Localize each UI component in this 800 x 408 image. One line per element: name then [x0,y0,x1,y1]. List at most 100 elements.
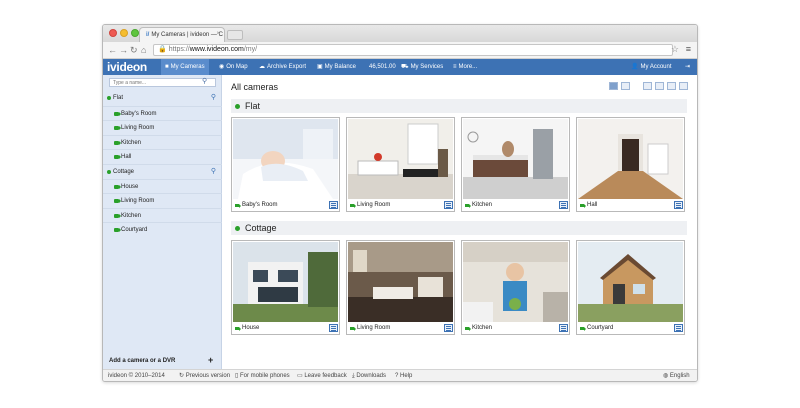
nav-archive-export[interactable]: ☁ Archive Export [255,59,310,75]
refresh-icon: ↻ [179,373,186,379]
downloads-link[interactable]: ⤓ Downloads [352,370,386,381]
camera-icon [235,203,241,208]
camera-preview-baby-room[interactable] [233,119,338,199]
previous-version-link[interactable]: ↻ Previous version [179,370,230,381]
map-pin-icon: ◉ [219,64,225,70]
sidebar-group-cottage[interactable]: Cottage ⚲ [103,164,222,178]
nav-my-balance[interactable]: ▣ My Balance [313,59,360,75]
camera-menu-button[interactable] [559,201,568,209]
balance-value: 46,501.00 [369,64,396,70]
camera-tile[interactable]: Living Room [346,117,455,212]
camera-preview-kitchen[interactable] [463,119,568,199]
menu-icon: ≡ [453,64,457,70]
camera-tile[interactable]: Hall [576,117,685,212]
new-tab-button[interactable] [227,30,243,40]
reload-icon[interactable]: ↻ [130,44,138,56]
camera-preview-living-room[interactable] [348,119,453,199]
url-host: www.ivideon.com [189,46,244,53]
sidebar-group-flat[interactable]: Flat ⚲ [103,91,222,105]
camera-tile[interactable]: Kitchen [461,240,570,335]
camera-preview-house[interactable] [233,242,338,322]
camera-menu-button[interactable] [444,324,453,332]
sidebar-camera[interactable]: House [103,179,222,193]
close-window-button[interactable] [109,29,117,37]
camera-tile[interactable]: Courtyard [576,240,685,335]
camera-label: Living Room [121,125,155,131]
back-icon[interactable]: ← [108,44,117,56]
camera-menu-button[interactable] [674,324,683,332]
camera-menu-button[interactable] [329,324,338,332]
add-camera-link[interactable]: Add a camera or a DVR [109,358,175,364]
camera-tile[interactable]: Living Room [346,240,455,335]
mobile-phones-link[interactable]: ▯ For mobile phones [235,370,290,381]
camera-label: Courtyard [587,325,614,331]
sidebar-camera[interactable]: Hall [103,149,222,163]
url-bar[interactable]: 🔒 https://www.ivideon.com/my/ [153,44,673,56]
sidebar-camera[interactable]: Kitchen [103,208,222,222]
ivideon-logo[interactable]: ivideon [107,59,147,75]
map-pin-icon[interactable]: ⚲ [211,91,216,105]
sidebar-camera[interactable]: Living Room [103,120,222,134]
logout-icon[interactable]: ⇥ [681,59,694,75]
camera-label: Kitchen [472,202,493,208]
camera-menu-button[interactable] [674,201,683,209]
user-icon: 👤 [631,64,639,70]
nav-label: On Map [226,64,248,70]
browser-menu-icon[interactable]: ≡ [686,44,691,54]
language-selector[interactable]: ◍ English [663,370,690,381]
leave-feedback-link[interactable]: ▭ Leave feedback [297,370,347,381]
forward-icon[interactable]: → [119,44,128,56]
sidebar-camera[interactable]: Baby's Room [103,106,222,120]
tab-close-icon[interactable]: × [216,31,220,37]
view-layout-2-button[interactable] [655,82,664,90]
copyright: ivideon © 2010–2014 [108,373,165,379]
nav-on-map[interactable]: ◉ On Map [215,59,252,75]
nav-more[interactable]: ≡ More... [449,59,481,75]
bookmark-star-icon[interactable]: ☆ [671,44,679,55]
camera-tile[interactable]: Baby's Room [231,117,340,212]
camera-caption: Kitchen [462,323,569,334]
view-medium-grid-button[interactable] [621,82,630,90]
page-title: All cameras [231,82,279,92]
view-layout-1-button[interactable] [643,82,652,90]
link-label: Help [400,373,413,379]
camera-tile[interactable]: House [231,240,340,335]
map-pin-icon[interactable]: ⚲ [211,165,216,179]
nav-label: Archive Export [267,64,307,70]
camera-label: Living Room [357,325,391,331]
sidebar-camera[interactable]: Kitchen [103,135,222,149]
online-status-dot [107,96,111,100]
minimize-window-button[interactable] [120,29,128,37]
sidebar-camera[interactable]: Living Room [103,193,222,207]
camera-preview-courtyard[interactable] [578,242,683,322]
camera-preview-hall[interactable] [578,119,683,199]
view-layout-4-button[interactable] [679,82,688,90]
browser-tab[interactable]: i/My Cameras | ivideon — C × [139,27,225,42]
link-label: Leave feedback [304,373,347,379]
camera-menu-button[interactable] [444,201,453,209]
camera-menu-button[interactable] [559,324,568,332]
maximize-window-button[interactable] [131,29,139,37]
sidebar-camera[interactable]: Courtyard [103,222,222,236]
camera-preview-cottage-kitchen[interactable] [463,242,568,322]
home-icon[interactable]: ⌂ [141,44,146,56]
camera-preview-cottage-living-room[interactable] [348,242,453,322]
group-label: Cottage [113,169,135,175]
camera-menu-button[interactable] [329,201,338,209]
nav-label: My Cameras [170,64,205,70]
add-camera-plus-icon[interactable]: + [208,355,213,365]
view-large-grid-button[interactable] [609,82,618,90]
camera-icon [580,326,586,331]
nav-my-services[interactable]: ⛟ My Services [397,59,447,75]
nav-my-account[interactable]: 👤 My Account [627,59,676,75]
help-link[interactable]: ? Help [395,370,413,381]
online-status-dot [107,170,111,174]
camera-search-input[interactable] [109,78,216,87]
nav-my-cameras[interactable]: ■ My Cameras [161,59,209,75]
camera-label: Courtyard [121,227,148,233]
search-icon[interactable]: ⚲ [202,77,207,85]
view-layout-3-button[interactable] [667,82,676,90]
camera-tile[interactable]: Kitchen [461,117,570,212]
camera-icon [114,199,121,203]
camera-icon [114,141,121,145]
